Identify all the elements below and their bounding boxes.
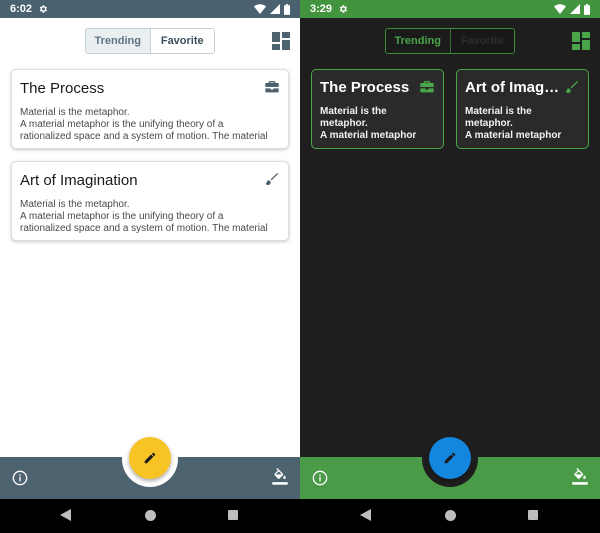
back-icon[interactable] bbox=[60, 509, 71, 521]
recents-icon[interactable] bbox=[528, 510, 538, 520]
note-card[interactable]: Art of Imagination Material is the metap… bbox=[456, 69, 589, 149]
briefcase-icon bbox=[265, 81, 279, 93]
settings-icon bbox=[39, 5, 48, 13]
new-note-button[interactable] bbox=[429, 437, 471, 479]
card-body: Material is the metaphor. A material met… bbox=[20, 107, 268, 142]
card-body: Material is the metaphor. A material met… bbox=[320, 106, 417, 141]
battery-icon bbox=[284, 3, 290, 15]
card-body: Material is the metaphor. A material met… bbox=[465, 106, 562, 141]
tab-favorite[interactable]: Favorite bbox=[150, 29, 214, 53]
note-card[interactable]: Art of Imagination Material is the metap… bbox=[11, 161, 289, 241]
status-time: 3:29 bbox=[310, 3, 333, 15]
status-time: 6:02 bbox=[10, 3, 33, 15]
signal-icon bbox=[570, 4, 580, 14]
brush-icon bbox=[265, 173, 278, 185]
tab-trending[interactable]: Trending bbox=[86, 29, 151, 53]
tab-trending[interactable]: Trending bbox=[386, 29, 451, 53]
card-title: The Process bbox=[20, 80, 105, 97]
card-title: Art of Imagination bbox=[20, 172, 138, 189]
signal-icon bbox=[270, 4, 280, 14]
dashboard-layout-icon[interactable] bbox=[272, 32, 290, 50]
tab-favorite[interactable]: Favorite bbox=[450, 29, 514, 53]
dashboard-layout-icon[interactable] bbox=[572, 32, 590, 50]
back-icon[interactable] bbox=[360, 509, 371, 521]
info-icon[interactable] bbox=[312, 470, 328, 486]
info-icon[interactable] bbox=[12, 470, 28, 486]
wifi-icon bbox=[254, 4, 266, 14]
new-note-button[interactable] bbox=[129, 437, 171, 479]
settings-icon bbox=[339, 5, 348, 13]
trending-favorite-toggle: Trending Favorite bbox=[385, 28, 515, 54]
recents-icon[interactable] bbox=[228, 510, 238, 520]
status-bar: 6:02 bbox=[0, 0, 300, 18]
briefcase-icon bbox=[420, 81, 434, 93]
note-card[interactable]: The Process Material is the metaphor. A … bbox=[311, 69, 444, 149]
note-card[interactable]: The Process Material is the metaphor. A … bbox=[11, 69, 289, 149]
light-theme-screen: 6:02 Trending Favorite The Process Mater… bbox=[0, 0, 300, 533]
paint-bucket-icon[interactable] bbox=[272, 468, 288, 486]
pencil-icon bbox=[144, 452, 156, 464]
paint-bucket-icon[interactable] bbox=[572, 468, 588, 486]
system-nav-bar bbox=[300, 499, 600, 533]
card-title: Art of Imagination bbox=[465, 79, 580, 96]
card-body: Material is the metaphor. A material met… bbox=[20, 199, 268, 234]
pencil-icon bbox=[444, 452, 456, 464]
wifi-icon bbox=[554, 4, 566, 14]
status-bar: 3:29 bbox=[300, 0, 600, 18]
battery-icon bbox=[584, 3, 590, 15]
screenshot-comparison: 6:02 Trending Favorite The Process Mater… bbox=[0, 0, 600, 533]
dark-theme-screen: 3:29 Trending Favorite The Process Mater… bbox=[300, 0, 600, 533]
trending-favorite-toggle: Trending Favorite bbox=[85, 28, 215, 54]
home-icon[interactable] bbox=[445, 510, 456, 521]
brush-icon bbox=[565, 81, 578, 93]
system-nav-bar bbox=[0, 499, 300, 533]
home-icon[interactable] bbox=[145, 510, 156, 521]
card-title: The Process bbox=[320, 79, 410, 96]
